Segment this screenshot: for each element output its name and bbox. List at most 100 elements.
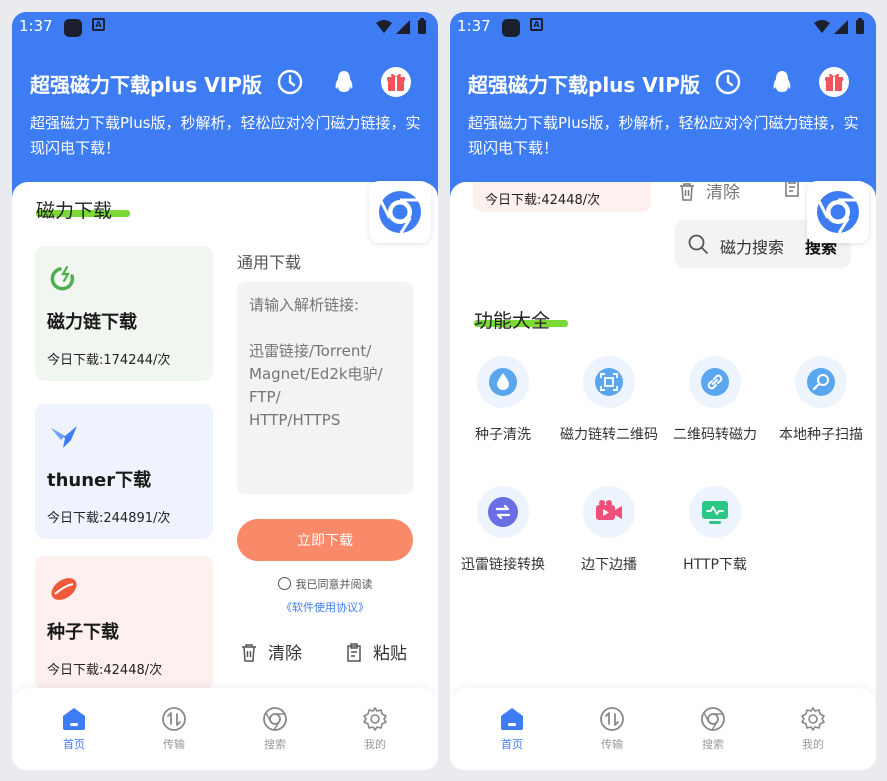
feature-local-seed-scan[interactable]: 本地种子扫描 xyxy=(769,356,873,444)
feature-thunder-convert[interactable]: 迅雷链接转换 xyxy=(451,486,555,574)
seed-download-card[interactable]: 种子下载 今日下载:42448/次 xyxy=(35,556,213,691)
nav-transfer[interactable]: 传输 xyxy=(582,706,642,752)
monitor-icon xyxy=(702,501,728,524)
paste-icon xyxy=(347,643,361,662)
swap-icon xyxy=(488,497,518,527)
history-clock-icon[interactable] xyxy=(714,68,742,96)
app-title: 超强磁力下载plus VIP版 xyxy=(30,73,262,97)
history-clock-icon[interactable] xyxy=(276,68,304,96)
agree-checkbox[interactable]: 我已同意并阅读 xyxy=(237,576,413,592)
feature-magnet-to-qr[interactable]: 磁力链转二维码 xyxy=(557,356,661,444)
chrome-icon xyxy=(379,191,421,234)
gear-icon xyxy=(801,707,825,731)
feature-stream-play[interactable]: 边下边播 xyxy=(557,486,661,574)
bottom-nav: 首页 传输 搜索 我的 xyxy=(12,688,438,770)
section-title-magnet: 磁力下载 xyxy=(36,200,113,222)
clear-button[interactable]: 清除 xyxy=(678,182,740,203)
signal-battery-icon xyxy=(376,18,426,34)
clear-label: 清除 xyxy=(706,183,740,203)
feature-http-download[interactable]: HTTP下载 xyxy=(663,486,767,574)
status-time: 1:37 xyxy=(19,17,53,35)
nav-search[interactable]: 搜索 xyxy=(683,706,743,752)
section-title-features: 功能大全 xyxy=(474,310,551,332)
status-bar: 1:37 A xyxy=(12,12,438,42)
card-title: 磁力链下载 xyxy=(47,312,137,333)
card-title: thuner下载 xyxy=(47,470,152,491)
nav-mine[interactable]: 我的 xyxy=(783,706,843,752)
paste-button[interactable] xyxy=(783,182,801,199)
card-count: 今日下载:42448/次 xyxy=(47,663,163,678)
card-count: 今日下载:42448/次 xyxy=(485,193,601,208)
nav-transfer[interactable]: 传输 xyxy=(144,706,204,752)
bird-icon xyxy=(51,426,77,448)
feature-qr-to-magnet[interactable]: 二维码转磁力 xyxy=(663,356,767,444)
feature-icon-bg xyxy=(689,356,741,408)
nav-home[interactable]: 首页 xyxy=(482,706,542,752)
nav-search[interactable]: 搜索 xyxy=(245,706,305,752)
penguin-qq-icon[interactable] xyxy=(330,68,358,96)
feature-icon-bg xyxy=(689,486,741,538)
seed-download-card-fragment[interactable]: 今日下载:42448/次 xyxy=(473,182,651,212)
paste-icon xyxy=(785,182,799,197)
feature-icon-bg xyxy=(477,486,529,538)
notification-icon xyxy=(64,19,82,37)
video-icon xyxy=(596,500,622,520)
paste-label: 粘贴 xyxy=(373,644,407,664)
browser-button[interactable] xyxy=(807,181,869,243)
app-notification-icon: A xyxy=(92,18,105,31)
terms-link[interactable]: 《软件使用协议》 xyxy=(237,599,413,615)
chrome-search-icon xyxy=(701,707,725,731)
paste-button[interactable]: 粘贴 xyxy=(345,639,407,665)
nav-label: 我的 xyxy=(364,738,386,751)
transfer-icon xyxy=(600,707,624,731)
feature-label: 本地种子扫描 xyxy=(779,427,863,443)
signal-battery-icon xyxy=(814,18,864,34)
gear-icon xyxy=(363,707,387,731)
feature-seed-clean[interactable]: 种子清洗 xyxy=(451,356,555,444)
feature-icon-bg xyxy=(477,356,529,408)
search-input[interactable]: 磁力搜索 xyxy=(720,234,784,258)
transfer-icon xyxy=(162,707,186,731)
drop-icon xyxy=(489,368,517,396)
card-count: 今日下载:244891/次 xyxy=(47,511,171,526)
clear-label: 清除 xyxy=(268,644,302,664)
nav-label: 我的 xyxy=(802,738,824,751)
qr-scan-icon xyxy=(595,368,623,396)
home-icon xyxy=(501,708,523,730)
feature-label: 二维码转磁力 xyxy=(673,427,757,443)
feature-label: 磁力链转二维码 xyxy=(560,427,658,443)
nav-label: 传输 xyxy=(163,738,185,751)
bottom-nav: 首页 传输 搜索 我的 xyxy=(450,688,876,770)
phone-right-screen: 1:37 A 超强磁力下载plus VIP版 超强磁力下载Plus版，秒解析，轻… xyxy=(450,12,876,770)
main-card: 磁力下载 磁力链下载 今日下载:174244/次 thuner下载 今日下载:2… xyxy=(12,182,438,770)
search-scan-icon xyxy=(807,368,835,396)
penguin-qq-icon[interactable] xyxy=(768,68,796,96)
feature-icon-bg xyxy=(583,486,635,538)
gift-icon[interactable] xyxy=(381,67,411,97)
agree-text: 我已同意并阅读 xyxy=(295,578,373,591)
app-subtitle: 超强磁力下载Plus版，秒解析，轻松应对冷门磁力链接，实现闪电下载！ xyxy=(468,114,859,157)
chrome-search-icon xyxy=(263,707,287,731)
nav-label: 首页 xyxy=(501,738,523,751)
gift-icon[interactable] xyxy=(819,67,849,97)
clear-button[interactable]: 清除 xyxy=(240,639,302,665)
trash-icon xyxy=(680,183,694,201)
status-time: 1:37 xyxy=(457,17,491,35)
thunder-download-card[interactable]: thuner下载 今日下载:244891/次 xyxy=(35,404,213,539)
browser-button[interactable] xyxy=(369,181,431,243)
nav-home[interactable]: 首页 xyxy=(44,706,104,752)
app-subtitle: 超强磁力下载Plus版，秒解析，轻松应对冷门磁力链接，实现闪电下载！ xyxy=(30,114,421,157)
nav-mine[interactable]: 我的 xyxy=(345,706,405,752)
feature-label: 种子清洗 xyxy=(475,427,531,443)
magnet-download-card[interactable]: 磁力链下载 今日下载:174244/次 xyxy=(35,246,213,381)
app-title: 超强磁力下载plus VIP版 xyxy=(468,73,700,97)
seed-icon xyxy=(51,578,77,600)
search-icon xyxy=(688,234,708,254)
nav-label: 搜索 xyxy=(702,738,724,751)
download-now-button[interactable]: 立即下载 xyxy=(237,519,413,561)
main-card-scrolled: 今日下载:42448/次 清除 磁力搜索 搜索 功能大全 种子清洗 磁力链转二维… xyxy=(450,182,876,770)
app-notification-icon: A xyxy=(530,18,543,31)
link-icon xyxy=(701,368,729,396)
trash-icon xyxy=(242,644,256,662)
link-input[interactable] xyxy=(237,282,413,494)
